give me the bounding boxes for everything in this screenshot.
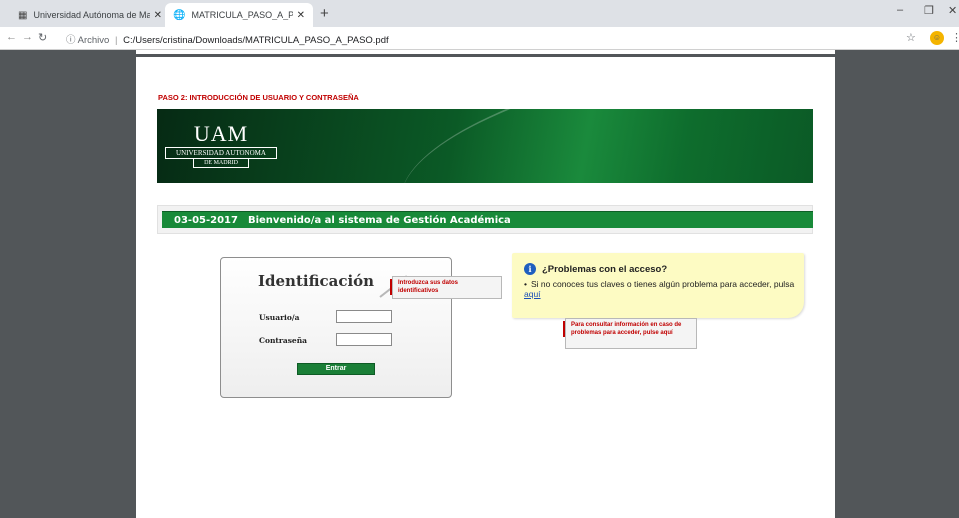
url-path: C:/Users/cristina/Downloads/MATRICULA_PA… — [123, 35, 389, 46]
profile-avatar-icon[interactable]: ☺ — [930, 31, 944, 45]
logo-line1: UNIVERSIDAD AUTONOMA — [165, 147, 277, 159]
close-window-icon[interactable]: ✕ — [948, 4, 957, 17]
bullet: • — [524, 279, 527, 289]
globe-icon: 🌐 — [173, 9, 186, 21]
callout-marker — [563, 321, 565, 337]
forward-icon[interactable]: → — [22, 31, 33, 43]
tab-label: Universidad Autónoma de Madr — [33, 10, 150, 20]
reload-icon[interactable]: ↻ — [38, 31, 47, 44]
callout-help-text: Para consultar información en caso de pr… — [571, 322, 682, 336]
step-title: PASO 2: INTRODUCCIÓN DE USUARIO Y CONTRA… — [158, 93, 359, 102]
url-separator: | — [114, 35, 118, 46]
close-tab-icon[interactable]: ✕ — [297, 10, 305, 21]
scheme-label: Archivo — [77, 35, 110, 46]
problems-title: ¿Problemas con el acceso? — [542, 264, 668, 275]
bookmark-star-icon[interactable]: ☆ — [906, 31, 916, 44]
callout-marker — [390, 279, 392, 295]
callout-help: Para consultar información en caso de pr… — [563, 318, 697, 349]
password-input[interactable] — [336, 333, 392, 346]
problems-text: Si no conoces tus claves o tienes algún … — [530, 279, 795, 289]
problems-note: i ¿Problemas con el acceso? • Si no conoc… — [512, 253, 804, 318]
previous-page-edge — [136, 50, 835, 57]
login-heading: Identificación — [258, 272, 375, 290]
password-label: Contraseña — [259, 336, 308, 345]
logo-acronym: UAM — [193, 121, 249, 146]
new-tab-button[interactable]: + — [320, 5, 329, 22]
info-icon: i — [524, 263, 536, 275]
user-input[interactable] — [336, 310, 392, 323]
url-field[interactable]: ⓘ Archivo | C:/Users/cristina/Downloads/… — [66, 32, 389, 46]
uam-banner: UAM UNIVERSIDAD AUTONOMA DE MADRID — [157, 109, 813, 183]
university-favicon-icon: ▦ — [18, 9, 28, 21]
help-link[interactable]: aquí — [524, 289, 541, 299]
back-icon[interactable]: ← — [6, 31, 17, 43]
callout-credentials-text: Introduzca sus datos identificativos — [398, 280, 459, 294]
login-submit-button[interactable]: Entrar — [297, 363, 375, 375]
tab-bar: ▦ Universidad Autónoma de Madr ✕ 🌐 MATRI… — [0, 0, 959, 27]
restore-icon[interactable]: ❐ — [924, 4, 934, 17]
user-label: Usuario/a — [259, 313, 300, 322]
welcome-date: 03-05-2017 — [174, 214, 238, 226]
close-tab-icon[interactable]: ✕ — [154, 10, 162, 21]
callout-credentials: Introduzca sus datos identificativos — [390, 276, 502, 299]
welcome-message: Bienvenido/a al sistema de Gestión Acadé… — [247, 214, 511, 226]
menu-kebab-icon[interactable]: ⋮ — [951, 31, 959, 44]
tab-pdf[interactable]: 🌐 MATRICULA_PASO_A_PASO.pdf ✕ — [165, 3, 313, 27]
welcome-bar: 03-05-2017 Bienvenido/a al sistema de Ge… — [162, 211, 813, 228]
tab-label: MATRICULA_PASO_A_PASO.pdf — [191, 10, 293, 20]
banner-swoosh — [385, 109, 813, 183]
address-bar: ← → ↻ ⓘ Archivo | C:/Users/cristina/Down… — [0, 27, 959, 50]
minimize-icon[interactable]: – — [897, 4, 903, 16]
logo-line2: DE MADRID — [193, 159, 249, 168]
tab-universidad[interactable]: ▦ Universidad Autónoma de Madr ✕ — [10, 3, 170, 27]
uam-logo: UAM UNIVERSIDAD AUTONOMA DE MADRID — [165, 123, 277, 168]
problems-text-block: • Si no conoces tus claves o tienes algún… — [524, 279, 796, 299]
info-circle-icon: ⓘ — [66, 35, 76, 46]
